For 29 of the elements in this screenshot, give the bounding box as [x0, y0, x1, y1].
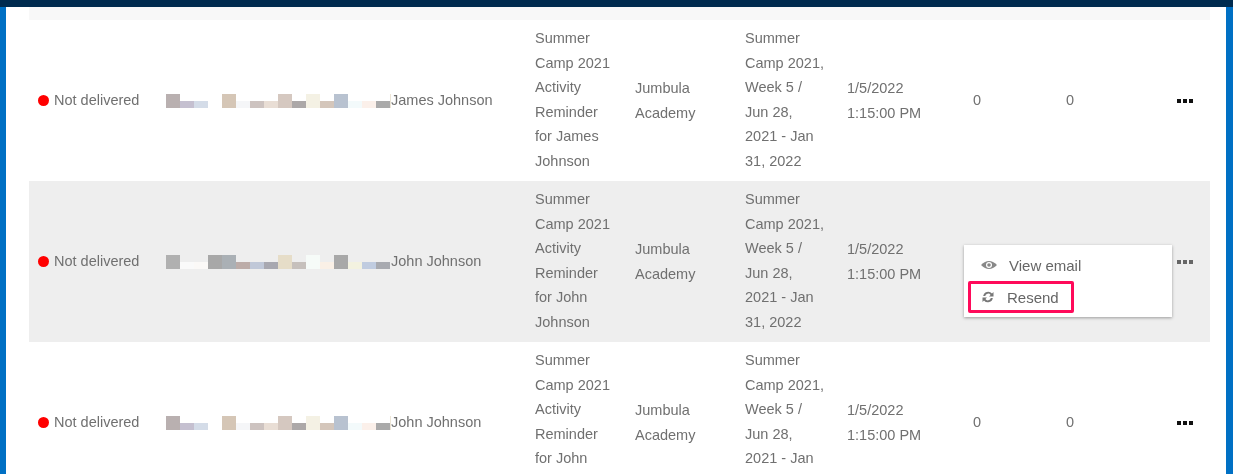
status-text: Not delivered [54, 91, 140, 111]
email-subject: Summer Camp 2021 Activity Reminder for John Johnson [535, 190, 611, 332]
sent-date: 1/5/2022 1:15:00 PM [847, 401, 923, 445]
sent-date: 1/5/2022 1:15:00 PM [847, 79, 923, 123]
status-dot [38, 417, 49, 428]
status-text: Not delivered [54, 252, 140, 272]
count-value: 0 [973, 414, 982, 431]
session-name: Summer Camp 2021, Week 5 / Jun 28, 2021 - Jan [745, 351, 825, 468]
menu-item[interactable]: Resend [968, 281, 1074, 313]
status-text: Not delivered [54, 413, 140, 433]
recipient-name: John Johnson [391, 253, 482, 270]
sent-date: 1/5/2022 1:15:00 PM [847, 240, 923, 284]
session-name: Summer Camp 2021, Week 5 / Jun 28, 2021 - Jan 31, 2022 [745, 190, 825, 332]
count-value: 0 [1066, 414, 1075, 431]
menu-item[interactable]: View email [968, 249, 1097, 281]
status-dot [38, 256, 49, 267]
eye-icon [981, 260, 997, 270]
status-dot [38, 95, 49, 106]
organization-name: Jumbula Academy [635, 401, 697, 445]
count-value: 0 [973, 92, 982, 109]
count-value: 0 [1066, 92, 1075, 109]
recipient-name: James Johnson [391, 92, 493, 109]
organization-name: Jumbula Academy [635, 79, 697, 123]
recipient-name: John Johnson [391, 414, 482, 431]
refresh-icon [981, 290, 995, 304]
organization-name: Jumbula Academy [635, 240, 697, 284]
email-subject: Summer Camp 2021 Activity Reminder for James Johnson [535, 29, 611, 171]
email-subject: Summer Camp 2021 Activity Reminder for John [535, 351, 611, 468]
session-name: Summer Camp 2021, Week 5 / Jun 28, 2021 - Jan 31, 2022 [745, 29, 825, 171]
